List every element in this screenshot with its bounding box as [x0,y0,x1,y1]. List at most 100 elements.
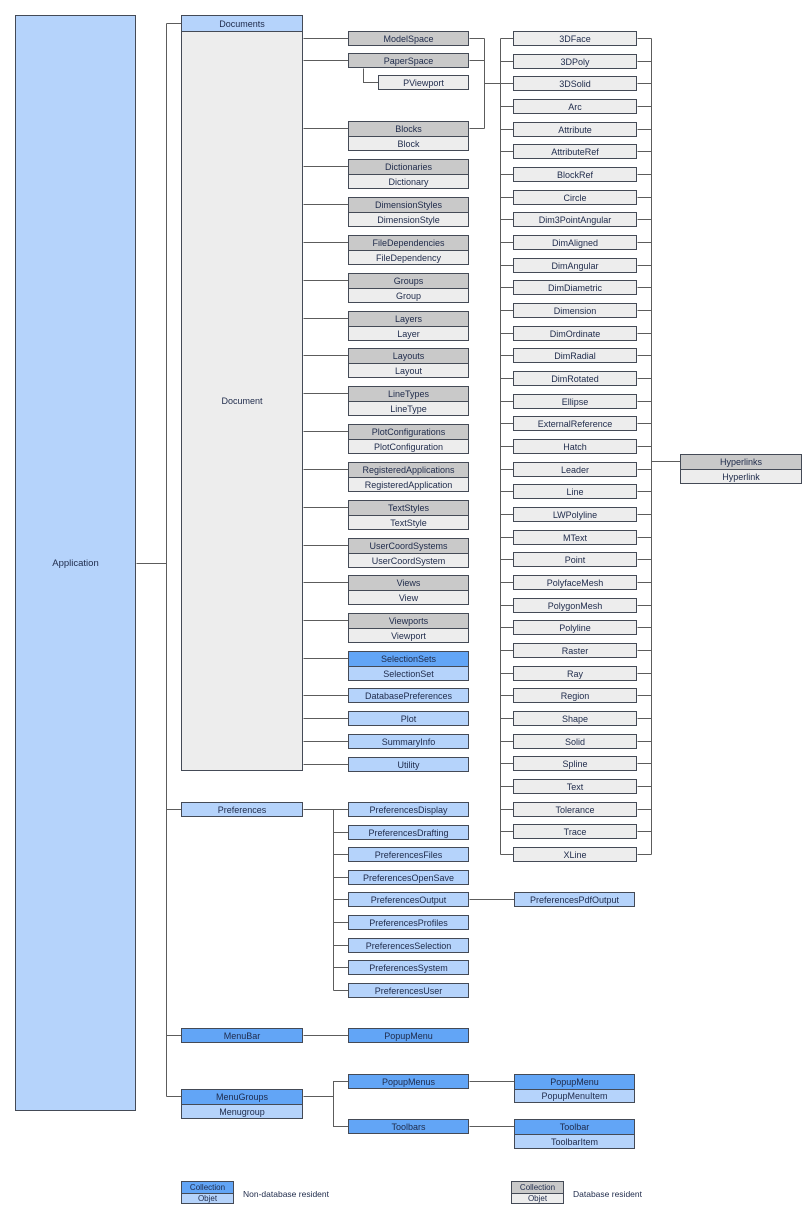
dim-ordinate-entity: DimOrdinate [513,326,637,341]
documents-node: Documents Document [181,15,303,771]
popup-menu-node-collection: PopupMenu [515,1075,634,1090]
dim-angular-entity: DimAngular [513,258,637,273]
popup-menus-node: PopupMenus [348,1074,469,1089]
blocks-node: Blocks Block [348,121,469,151]
attribute-entity: Attribute [513,122,637,137]
legend-swatch: Collection Objet [181,1181,234,1204]
preferences-pdf-output-node: PreferencesPdfOutput [514,892,635,907]
application-node: Application [15,15,136,1111]
hatch-entity: Hatch [513,439,637,454]
viewports-node-object: Viewport [349,629,468,642]
trace-entity: Trace [513,824,637,839]
line-types-node: LineTypes LineType [348,386,469,416]
toolbar-node-collection: Toolbar [515,1120,634,1135]
preferences-selection-node: PreferencesSelection [348,938,469,953]
selection-sets-node: SelectionSets SelectionSet [348,651,469,681]
block-ref-entity: BlockRef [513,167,637,182]
dictionaries-node: Dictionaries Dictionary [348,159,469,189]
menugroups-node-collection: MenuGroups [182,1090,302,1105]
menugroups-node-object: Menugroup [182,1105,302,1118]
dictionaries-node-collection: Dictionaries [349,160,468,175]
dimension-styles-node: DimensionStyles DimensionStyle [348,197,469,227]
3dsolid-entity: 3DSolid [513,76,637,91]
layouts-node-collection: Layouts [349,349,468,364]
file-dependencies-node-object: FileDependency [349,251,468,264]
hyperlinks-node: Hyperlinks Hyperlink [680,454,802,484]
layers-node: Layers Layer [348,311,469,341]
file-dependencies-node: FileDependencies FileDependency [348,235,469,265]
external-reference-entity: ExternalReference [513,416,637,431]
toolbars-node: Toolbars [348,1119,469,1134]
circle-entity: Circle [513,190,637,205]
viewports-node: Viewports Viewport [348,613,469,643]
popup-menu-node: PopupMenu PopupMenuItem [514,1074,635,1103]
groups-node-collection: Groups [349,274,468,289]
toolbar-node-object: ToolbarItem [515,1135,634,1148]
dimension-entity: Dimension [513,303,637,318]
dimension-styles-node-object: DimensionStyle [349,213,468,226]
plot-configurations-node-collection: PlotConfigurations [349,425,468,440]
views-node-object: View [349,591,468,604]
preferences-files-node: PreferencesFiles [348,847,469,862]
menubar-node: MenuBar [181,1028,303,1043]
database-preferences-node: DatabasePreferences [348,688,469,703]
lwpolyline-entity: LWPolyline [513,507,637,522]
preferences-drafting-node: PreferencesDrafting [348,825,469,840]
text-styles-node: TextStyles TextStyle [348,500,469,530]
spline-entity: Spline [513,756,637,771]
pviewport-node: PViewport [378,75,469,90]
file-dependencies-node-collection: FileDependencies [349,236,468,251]
dictionaries-node-object: Dictionary [349,175,468,188]
popup-menu-node-object: PopupMenuItem [515,1090,634,1102]
plot-configurations-node-object: PlotConfiguration [349,440,468,453]
legend-collection-sample: Collection [512,1182,563,1194]
text-entity: Text [513,779,637,794]
ray-entity: Ray [513,666,637,681]
plot-node: Plot [348,711,469,726]
dim-radial-entity: DimRadial [513,348,637,363]
documents-node-collection: Documents [182,16,302,32]
views-node-collection: Views [349,576,468,591]
object-model-diagram: Collection Objet Non-database resident C… [0,0,805,1217]
toolbar-node: Toolbar ToolbarItem [514,1119,635,1149]
paper-space-pviewport-connector [363,68,379,83]
plot-configurations-node: PlotConfigurations PlotConfiguration [348,424,469,454]
line-types-node-collection: LineTypes [349,387,468,402]
legend-description: Database resident [573,1189,642,1199]
groups-node-object: Group [349,289,468,302]
dim-aligned-entity: DimAligned [513,235,637,250]
polygon-mesh-entity: PolygonMesh [513,598,637,613]
preferences-output-node: PreferencesOutput [348,892,469,907]
preferences-profiles-node: PreferencesProfiles [348,915,469,930]
preferences-node: Preferences [181,802,303,817]
legend-object-sample: Objet [512,1194,563,1203]
preferences-open-save-node: PreferencesOpenSave [348,870,469,885]
text-styles-node-collection: TextStyles [349,501,468,516]
summary-info-node: SummaryInfo [348,734,469,749]
dim-diametric-entity: DimDiametric [513,280,637,295]
3dpoly-entity: 3DPoly [513,54,637,69]
model-space-node: ModelSpace [348,31,469,46]
shape-entity: Shape [513,711,637,726]
menugroups-node: MenuGroups Menugroup [181,1089,303,1119]
line-entity: Line [513,484,637,499]
legend-swatch: Collection Objet [511,1181,564,1204]
registered-applications-node-collection: RegisteredApplications [349,463,468,478]
hyperlinks-node-object: Hyperlink [681,470,801,483]
legend-description: Non-database resident [243,1189,330,1199]
line-types-node-object: LineType [349,402,468,415]
tolerance-entity: Tolerance [513,802,637,817]
attribute-ref-entity: AttributeRef [513,144,637,159]
legend-collection-sample: Collection [182,1182,233,1194]
3dface-entity: 3DFace [513,31,637,46]
menubar-popup-menu-node: PopupMenu [348,1028,469,1043]
legend-object-sample: Objet [182,1194,233,1203]
blocks-node-object: Block [349,137,468,150]
polyline-entity: Polyline [513,620,637,635]
selection-sets-node-collection: SelectionSets [349,652,468,667]
arc-entity: Arc [513,99,637,114]
user-coord-systems-node-object: UserCoordSystem [349,554,468,567]
xline-entity: XLine [513,847,637,862]
registered-applications-node-object: RegisteredApplication [349,478,468,491]
dimension-styles-node-collection: DimensionStyles [349,198,468,213]
